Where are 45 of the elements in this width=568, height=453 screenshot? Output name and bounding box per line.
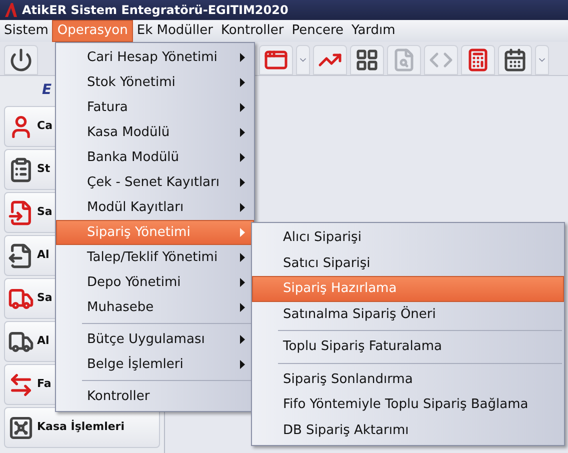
menu-item[interactable]: Belge İşlemleri (56, 352, 254, 377)
menu-item[interactable]: Kasa Modülü (56, 120, 254, 145)
document-search-icon (392, 48, 416, 72)
menu-bar-item[interactable]: Yardım (348, 20, 400, 42)
menu-bar-item[interactable]: Kontroller (216, 20, 288, 42)
menu-bar-item[interactable]: Sistem (0, 20, 52, 42)
swap-icon (8, 372, 34, 398)
menu-item[interactable]: Muhasebe (56, 295, 254, 320)
menu-item[interactable]: DB Sipariş Aktarımı (252, 418, 564, 443)
menu-item[interactable]: Fifo Yöntemiyle Toplu Sipariş Bağlama (252, 392, 564, 418)
toolbar-button[interactable] (4, 45, 38, 75)
menu-item[interactable]: Çek - Senet Kayıtları (56, 170, 254, 195)
document-icon (8, 200, 34, 226)
safe-icon (8, 414, 34, 440)
menu-item[interactable]: Sipariş Sonlandırma (252, 366, 564, 392)
menu-bar-item[interactable]: Ek Modüller (132, 20, 217, 42)
menu-item[interactable]: Toplu Sipariş Faturalama (252, 334, 564, 360)
logo-icon (4, 3, 18, 17)
menu-item[interactable]: Satınalma Sipariş Öneri (252, 302, 564, 327)
toolbar-button[interactable] (350, 45, 384, 75)
document-icon (8, 242, 34, 268)
toolbar-button[interactable] (498, 45, 532, 75)
toolbar-button[interactable] (259, 45, 293, 75)
sidebar-button[interactable]: Kasa İşlemleri (4, 407, 160, 448)
sidebar-header: E (42, 81, 52, 100)
toolbar-button[interactable] (313, 45, 347, 75)
menu-item[interactable]: Banka Modülü (56, 145, 254, 170)
menu-item[interactable]: Modül Kayıtları (56, 195, 254, 220)
menu-item[interactable]: Depo Yönetimi (56, 270, 254, 295)
calendar-icon (503, 48, 527, 72)
menu-bar-item[interactable]: Pencere (288, 20, 348, 42)
toolbar-button[interactable] (461, 45, 495, 75)
tiles-icon (355, 48, 379, 72)
power-icon (9, 48, 33, 72)
menu-item[interactable]: Alıcı Siparişi (252, 225, 564, 250)
window-title: AtikER Sistem Entegratörü-EGITIM2020 (22, 2, 288, 19)
menu-item[interactable]: Stok Yönetimi (56, 70, 254, 95)
clipboard-icon (8, 156, 34, 182)
calculator-icon (466, 48, 490, 72)
menu-item[interactable]: Bütçe Uygulaması (56, 327, 254, 352)
window-icon (264, 48, 288, 72)
menu-item[interactable]: Talep/Teklif Yönetimi (56, 245, 254, 270)
menu-item[interactable]: Fatura (56, 95, 254, 120)
menu-item[interactable]: Satıcı Siparişi (252, 250, 564, 276)
menu-item[interactable]: Kontroller (56, 384, 254, 409)
